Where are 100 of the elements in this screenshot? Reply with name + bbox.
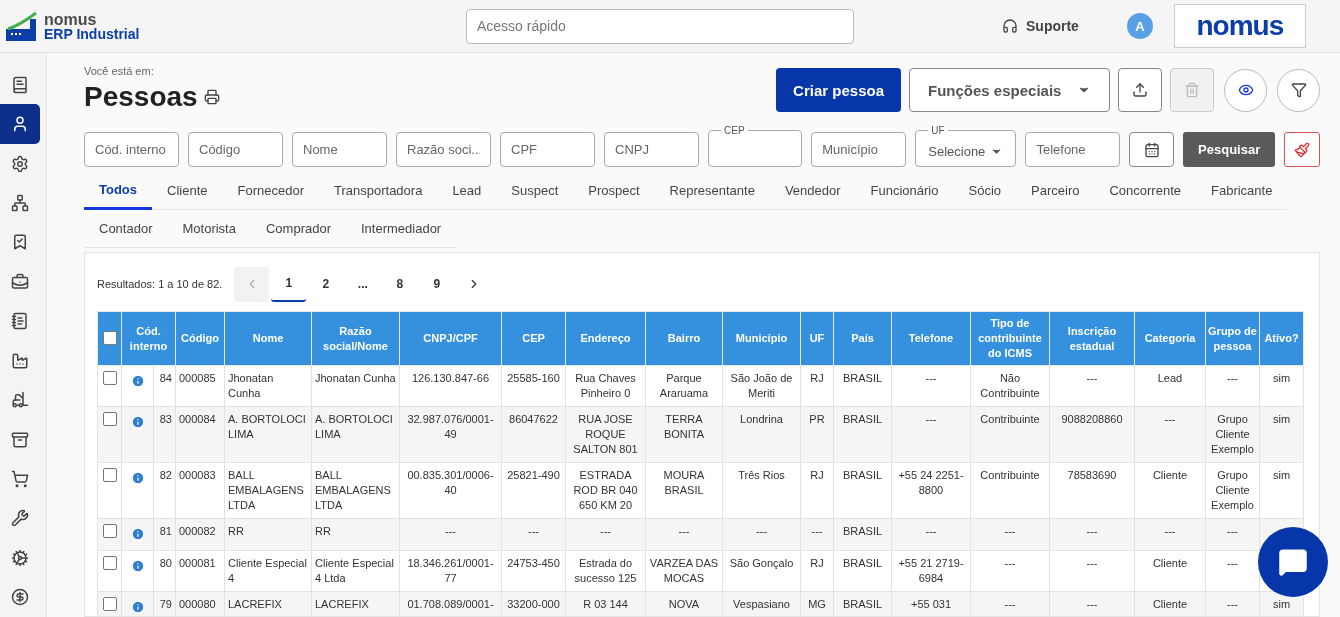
table-cell: Lead — [1134, 365, 1206, 407]
category-tab[interactable]: Concorrente — [1094, 172, 1196, 210]
column-header: Inscrição estadual — [1049, 311, 1135, 366]
category-tab[interactable]: Comprador — [250, 210, 346, 248]
info-icon[interactable] — [130, 415, 145, 429]
table-cell: --- — [1049, 550, 1135, 592]
filter-field[interactable]: Código — [188, 132, 283, 167]
column-header: Endereço — [565, 311, 646, 366]
category-tab[interactable]: Vendedor — [769, 172, 856, 210]
results-summary: Resultados: 1 a 10 de 82. — [97, 278, 223, 290]
info-icon[interactable] — [130, 600, 145, 614]
table-cell: --- — [565, 518, 646, 551]
table-cell: VARZEA DAS MOCAS — [645, 550, 723, 592]
row-checkbox[interactable] — [102, 597, 117, 611]
category-tab[interactable]: Suspect — [496, 172, 574, 210]
support-link[interactable]: Suporte — [1026, 18, 1079, 34]
table-cell: sim — [1259, 462, 1304, 519]
page-button[interactable]: 2 — [308, 266, 344, 302]
row-checkbox[interactable] — [102, 371, 117, 385]
eye-button[interactable] — [1224, 68, 1267, 112]
category-tab[interactable]: Representante — [654, 172, 770, 210]
breadcrumb-label: Você está em: — [84, 65, 155, 77]
wrench-icon — [11, 509, 29, 528]
category-tab[interactable]: Intermediador — [346, 210, 457, 248]
category-tab[interactable]: Sócio — [953, 172, 1017, 210]
category-tab[interactable]: Lead — [437, 172, 497, 210]
row-checkbox[interactable] — [102, 412, 117, 426]
table-cell: --- — [645, 518, 723, 551]
filter-field[interactable]: Município — [811, 132, 907, 167]
column-header: Cód. interno — [121, 311, 176, 366]
info-icon[interactable] — [130, 527, 145, 541]
table-cell: Contribuinte — [970, 462, 1050, 519]
category-tab[interactable]: Parceiro — [1016, 172, 1095, 210]
category-tab[interactable]: Fornecedor — [222, 172, 319, 210]
column-header: Bairro — [645, 311, 723, 366]
filter-field[interactable]: CNPJ — [604, 132, 699, 167]
create-person-button[interactable]: Criar pessoa — [776, 68, 901, 112]
info-icon[interactable] — [130, 374, 145, 388]
quick-search-field[interactable]: Acesso rápido — [466, 8, 854, 44]
column-header: Ativo? — [1259, 311, 1304, 366]
page-button[interactable]: ... — [345, 266, 381, 302]
notebook-icon — [11, 312, 29, 331]
factory-icon — [11, 351, 29, 370]
category-tab[interactable]: Prospect — [573, 172, 655, 210]
category-tab[interactable]: Contador — [84, 210, 168, 248]
table-cell: 78583690 — [1049, 462, 1135, 519]
special-functions-dropdown[interactable]: Funções especiais — [909, 68, 1110, 112]
column-header: País — [833, 311, 892, 366]
search-button[interactable]: Pesquisar — [1183, 132, 1276, 167]
column-header: Categoria — [1134, 311, 1206, 366]
print-icon[interactable] — [203, 89, 220, 105]
category-tab[interactable]: Cliente — [152, 172, 223, 210]
table-cell: --- — [800, 518, 834, 551]
table-cell: Estrada do sucesso 125 — [565, 550, 646, 592]
table-cell: BRASIL — [833, 406, 892, 463]
logo-subtitle: ERP Industrial — [44, 27, 140, 41]
forklift-icon — [11, 391, 29, 410]
table-cell: Não Contribuinte — [970, 365, 1050, 407]
filter-field[interactable]: Cód. interno — [84, 132, 179, 167]
dollar-icon — [11, 588, 29, 607]
column-header: Código — [175, 311, 225, 366]
sidebar-item[interactable] — [0, 104, 40, 144]
filter-button[interactable] — [1277, 68, 1320, 112]
table-cell: TERRA BONITA — [645, 406, 723, 463]
table-cell: Jhonatan Cunha — [311, 365, 400, 407]
filter-field[interactable]: Nome — [292, 132, 387, 167]
page-button[interactable]: 1 — [271, 266, 307, 302]
page-button[interactable]: 9 — [419, 266, 455, 302]
column-header: Telefone — [891, 311, 971, 366]
state-select[interactable]: UF Selecione — [915, 125, 1017, 167]
column-header: Nome — [224, 311, 312, 366]
category-tab[interactable]: Motorista — [167, 210, 251, 248]
category-tab[interactable]: Funcionário — [855, 172, 954, 210]
date-button[interactable] — [1129, 132, 1175, 167]
table-cell: 000083 — [175, 462, 225, 519]
filter-field[interactable]: Telefone — [1025, 132, 1121, 167]
table-cell: --- — [1049, 518, 1135, 551]
filter-field[interactable]: CPF — [500, 132, 595, 167]
table-cell: 84 — [153, 365, 176, 407]
info-icon[interactable] — [130, 471, 145, 485]
table-cell: 18.346.261/0001-77 — [399, 550, 502, 592]
category-tab[interactable]: Fabricante — [1196, 172, 1288, 210]
category-tab[interactable]: Todos — [84, 172, 153, 210]
select-all-checkbox[interactable] — [102, 331, 117, 345]
row-checkbox[interactable] — [102, 556, 117, 570]
info-icon[interactable] — [130, 559, 145, 573]
upload-button[interactable] — [1118, 68, 1162, 112]
row-checkbox[interactable] — [102, 468, 117, 482]
clear-filters-button[interactable] — [1284, 132, 1320, 167]
table-cell: 00.835.301/0006-40 — [399, 462, 502, 519]
row-checkbox[interactable] — [102, 524, 117, 538]
eye-icon — [1237, 82, 1254, 98]
category-tab[interactable]: Transportadora — [319, 172, 438, 210]
page-button[interactable]: 8 — [382, 266, 418, 302]
settings-icon — [11, 154, 29, 173]
filter-field[interactable]: CEP — [708, 125, 803, 167]
table-cell: Cliente — [1134, 550, 1206, 592]
table-cell: --- — [1134, 406, 1206, 463]
table-cell: --- — [891, 518, 971, 551]
filter-icon — [1290, 82, 1307, 98]
